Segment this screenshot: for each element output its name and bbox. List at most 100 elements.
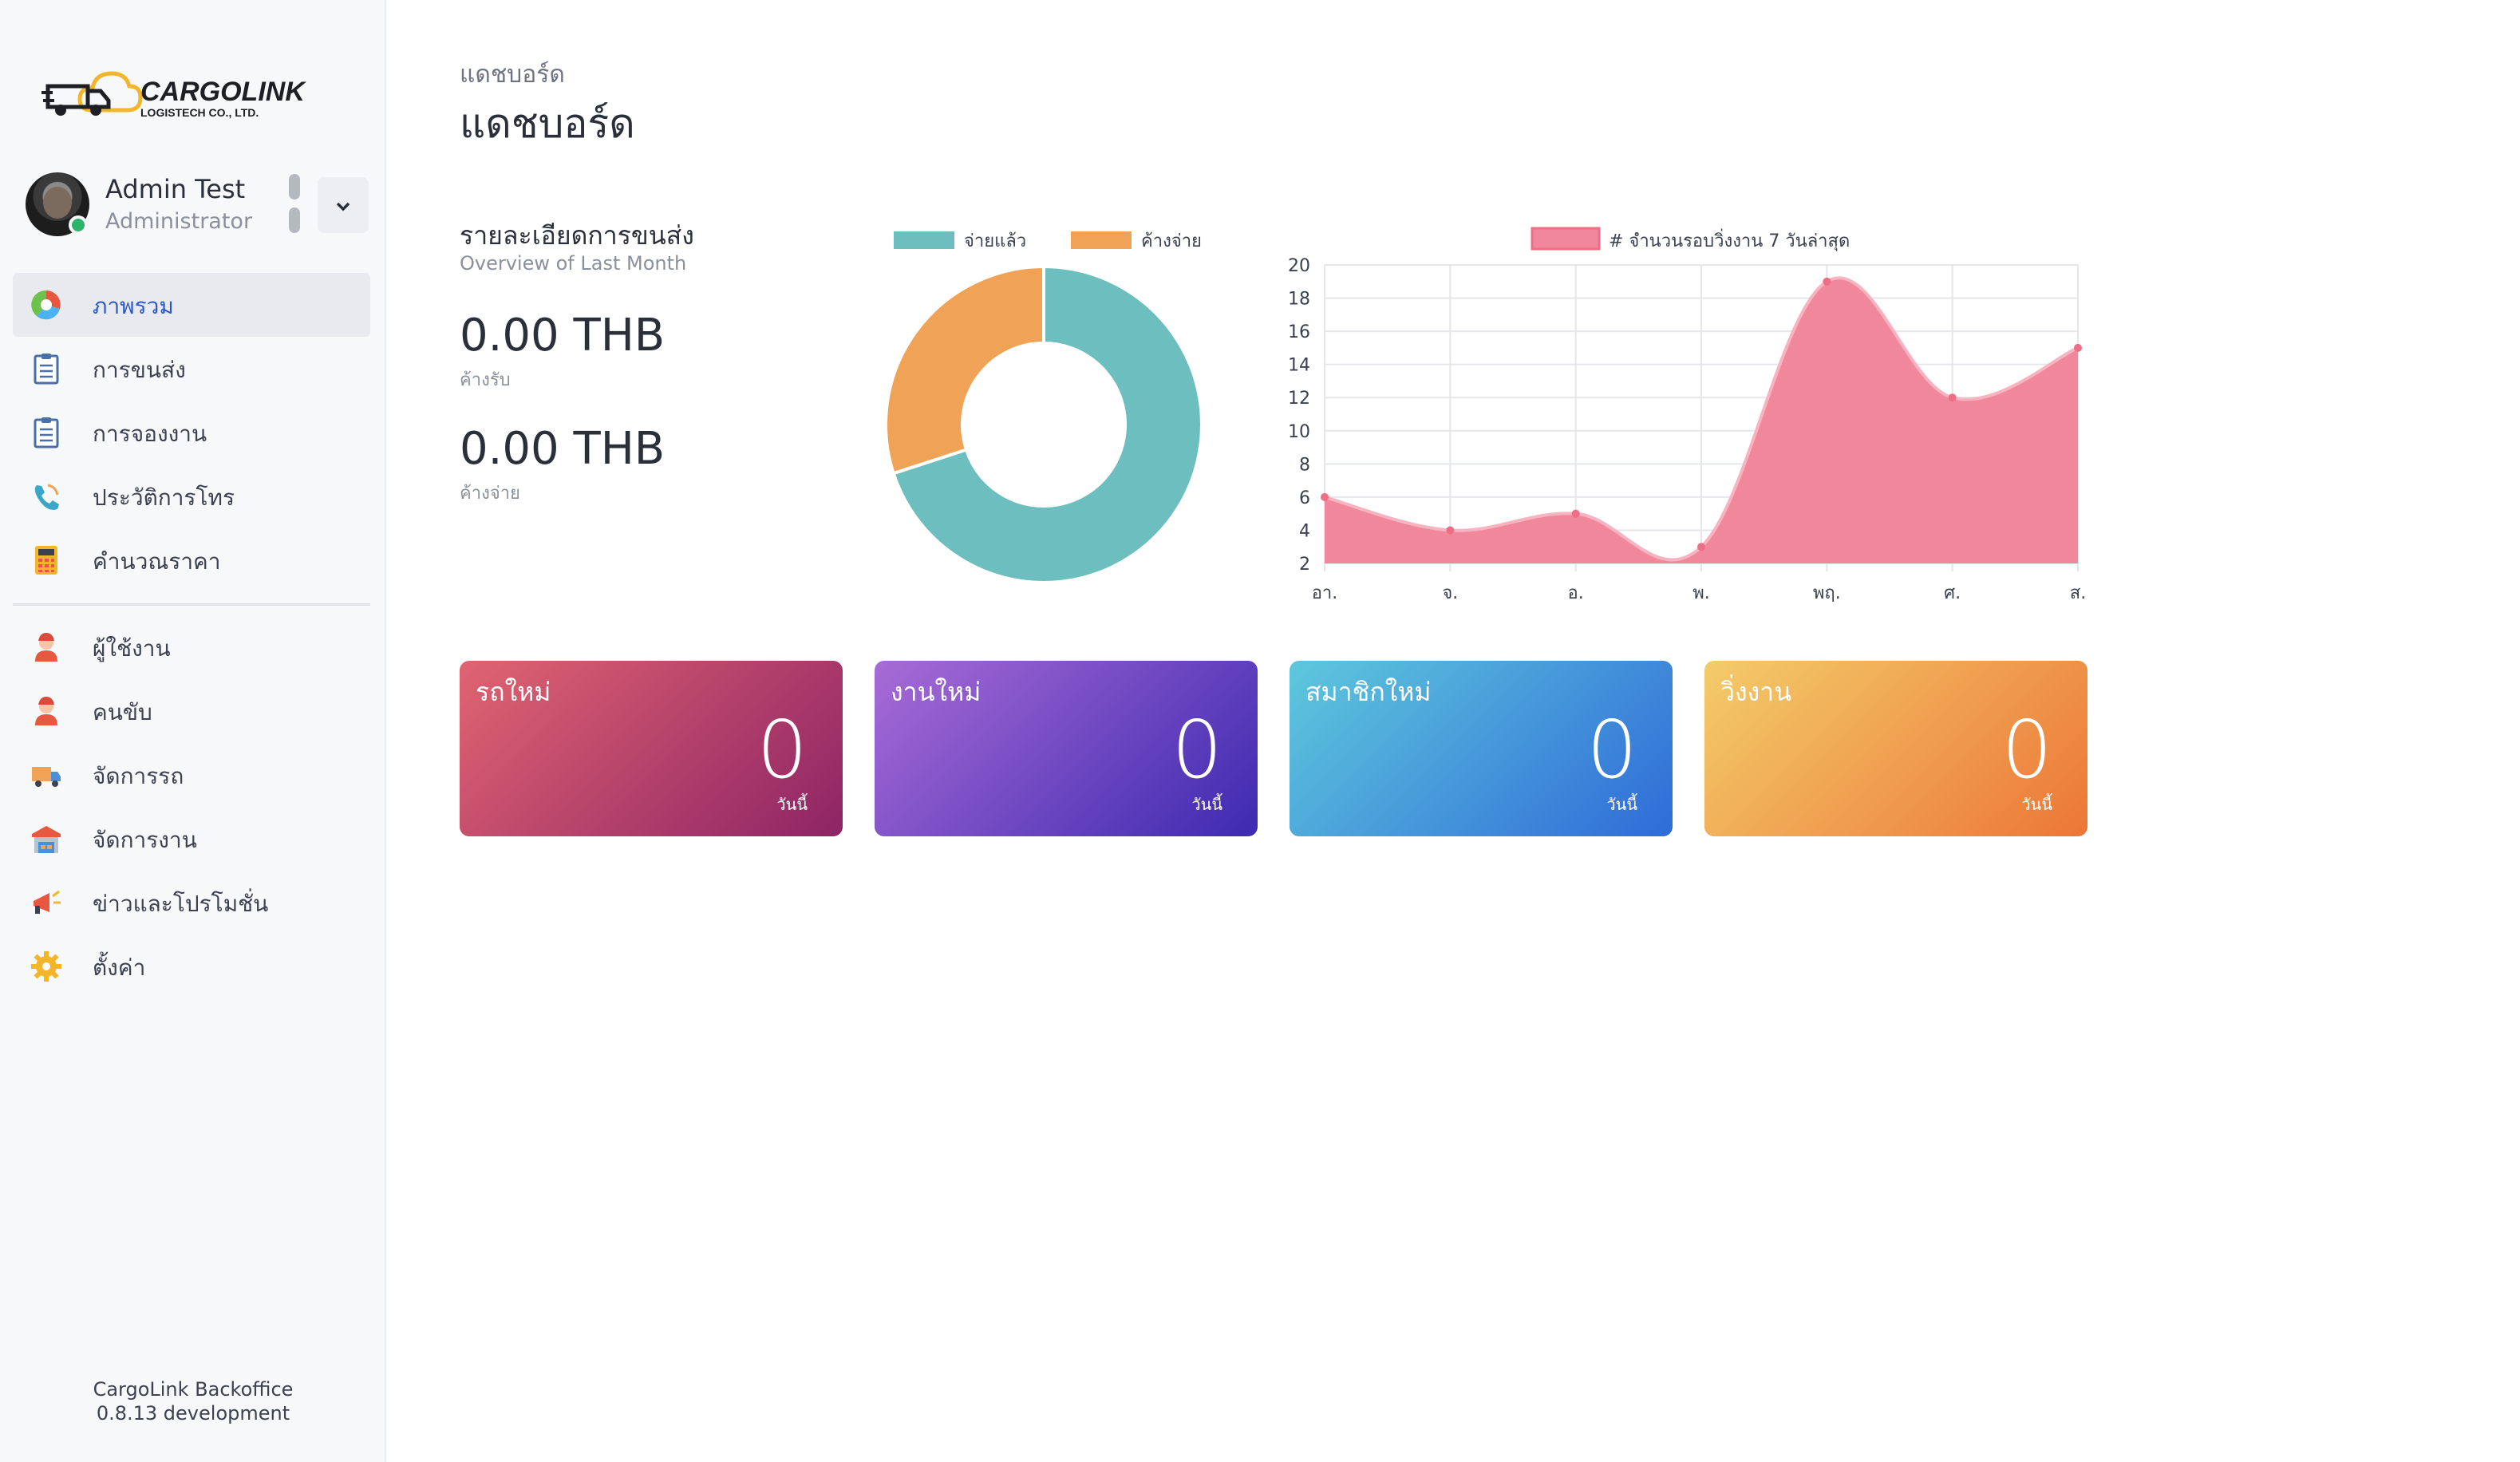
sidebar-item-label: ผู้ใช้งาน [93, 635, 171, 662]
y-tick-label: 2 [1299, 555, 1310, 575]
breadcrumb[interactable]: แดชบอร์ด [460, 56, 565, 93]
gear-icon [31, 951, 61, 982]
card-title: งานใหม่ [891, 677, 982, 707]
legend-swatch [894, 231, 954, 249]
legend-label: # จำนวนรอบวิ่งงาน 7 วันล่าสุด [1609, 228, 1850, 251]
clipboard-icon [34, 417, 59, 448]
truck-icon [32, 767, 61, 787]
sidebar-item-label: ข่าวและโปรโมชั่น [93, 891, 269, 917]
y-tick-label: 14 [1288, 356, 1310, 376]
legend-swatch [1531, 227, 1601, 251]
y-tick-label: 12 [1288, 389, 1310, 409]
x-tick-label: พ. [1693, 583, 1710, 603]
card-value: 0 [1586, 703, 1637, 796]
user-icon [35, 633, 57, 662]
sidebar-nav: ภาพรวม การขนส่ง การจองงาน ประวัติการโทร … [13, 273, 370, 998]
user-panel: Admin Test Administrator [26, 171, 369, 243]
y-tick-label: 6 [1299, 488, 1310, 508]
stat-card-running-jobs[interactable]: วิ่งงาน 0 วันนี้ [1704, 661, 2087, 836]
receivable-label: ค้างรับ [460, 370, 511, 390]
sidebar-item-label: ภาพรวม [93, 293, 174, 319]
x-tick-label: ส. [2070, 583, 2086, 603]
sidebar-item-users[interactable]: ผู้ใช้งาน [13, 615, 370, 679]
user-scrollbar[interactable] [289, 174, 300, 235]
sidebar-item-booking[interactable]: การจองงาน [13, 401, 370, 464]
sidebar-item-label: จัดการงาน [93, 827, 197, 853]
card-title: รถใหม่ [476, 677, 551, 707]
summary-title: รายละเอียดการขนส่ง [460, 220, 694, 251]
sidebar-divider [13, 603, 370, 606]
app-version: CargoLink Backoffice 0.8.13 development [0, 1377, 386, 1425]
app: CARGOLINK LOGISTECH CO., LTD. Admin Test… [0, 0, 2520, 1462]
data-point [1571, 509, 1580, 518]
data-point [1823, 277, 1831, 286]
sidebar-item-label: ตั้งค่า [93, 954, 146, 981]
legend-swatch [1071, 231, 1132, 249]
receivable-amount: 0.00 THB [460, 310, 666, 362]
card-value: 0 [1171, 703, 1222, 796]
data-point [1321, 492, 1329, 501]
trips-area-chart: # จำนวนรอบวิ่งงาน 7 วันล่าสุด 2 4 6 8 10 12 14 1… [1269, 220, 2099, 611]
sidebar-item-settings[interactable]: ตั้งค่า [13, 934, 370, 998]
sidebar-item-price-calculator[interactable]: คำนวณราคา [13, 528, 370, 592]
driver-icon [35, 697, 57, 725]
summary-subtitle: Overview of Last Month [460, 252, 687, 275]
x-tick-label: ศ. [1944, 583, 1961, 603]
logo[interactable]: CARGOLINK LOGISTECH CO., LTD. [41, 69, 337, 121]
x-tick-label: อา. [1312, 583, 1338, 603]
brand-sub: LOGISTECH CO., LTD. [140, 106, 259, 119]
data-point [1697, 543, 1705, 551]
y-tick-label: 8 [1299, 455, 1310, 475]
sidebar-item-label: การขนส่ง [93, 357, 186, 383]
legend-label: จ่ายแล้ว [964, 231, 1026, 251]
sidebar-item-label: จัดการรถ [93, 763, 184, 789]
truck-cloud-logo-icon: CARGOLINK LOGISTECH CO., LTD. [41, 71, 306, 119]
payable-label: ค้างจ่าย [460, 484, 520, 504]
y-tick-label: 20 [1288, 256, 1310, 276]
sidebar-item-label: คนขับ [93, 699, 152, 725]
phone-icon [34, 484, 59, 510]
user-role: Administrator [105, 209, 253, 234]
stat-card-new-jobs[interactable]: งานใหม่ 0 วันนี้ [875, 661, 1258, 836]
y-tick-label: 18 [1288, 290, 1310, 310]
card-label: วันนี้ [1191, 795, 1222, 814]
user-name: Admin Test [105, 174, 246, 204]
stat-card-new-vehicles[interactable]: รถใหม่ 0 วันนี้ [460, 661, 843, 836]
warehouse-icon [32, 826, 61, 853]
sidebar-item-drivers[interactable]: คนขับ [13, 679, 370, 743]
card-title: สมาชิกใหม่ [1305, 677, 1432, 707]
data-point [1948, 393, 1957, 402]
page-title: แดชบอร์ด [460, 101, 635, 147]
chevron-down-icon [336, 202, 350, 211]
x-tick-label: จ. [1442, 583, 1458, 603]
sidebar-item-news-promotions[interactable]: ข่าวและโปรโมชั่น [13, 871, 370, 934]
y-tick-label: 4 [1299, 521, 1310, 541]
sidebar-item-label: คำนวณราคา [93, 548, 221, 575]
online-status-icon [69, 215, 88, 235]
x-tick-label: อ. [1568, 583, 1584, 603]
donut-slice [884, 264, 1045, 476]
sidebar-item-vehicles[interactable]: จัดการรถ [13, 743, 370, 807]
pie-chart-icon [31, 290, 61, 320]
sidebar-item-call-history[interactable]: ประวัติการโทร [13, 464, 370, 528]
brand-name: CARGOLINK [140, 77, 306, 107]
card-label: วันนี้ [1606, 795, 1637, 814]
sidebar-item-overview[interactable]: ภาพรวม [13, 273, 370, 337]
data-point [2074, 343, 2082, 352]
stat-card-new-members[interactable]: สมาชิกใหม่ 0 วันนี้ [1290, 661, 1673, 836]
x-tick-label: พฤ. [1813, 583, 1841, 603]
sidebar: CARGOLINK LOGISTECH CO., LTD. Admin Test… [0, 0, 386, 1462]
clipboard-icon [34, 354, 59, 385]
user-menu-button[interactable] [318, 177, 369, 233]
y-tick-label: 16 [1288, 322, 1310, 342]
sidebar-item-shipping[interactable]: การขนส่ง [13, 337, 370, 401]
payment-donut-chart: จ่ายแล้ว ค้างจ่าย [878, 220, 1213, 587]
megaphone-icon [34, 890, 61, 914]
sidebar-item-label: การจองงาน [93, 421, 207, 447]
sidebar-item-jobs[interactable]: จัดการงาน [13, 807, 370, 871]
data-point [1446, 526, 1455, 535]
app-build: 0.8.13 development [96, 1402, 290, 1424]
calculator-icon [35, 546, 57, 575]
card-title: วิ่งงาน [1720, 677, 1792, 707]
app-name: CargoLink Backoffice [93, 1378, 294, 1401]
